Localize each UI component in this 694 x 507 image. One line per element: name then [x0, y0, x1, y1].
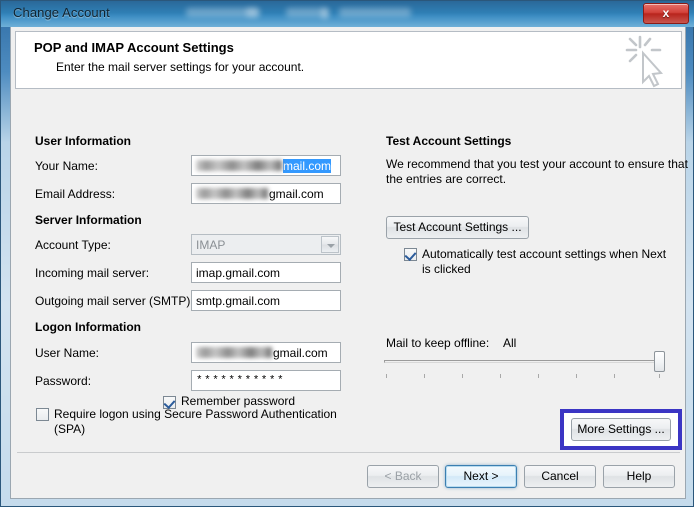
test-account-description-line2: the entries are correct.	[386, 172, 507, 186]
require-spa-label-line2[interactable]: (SPA)	[54, 422, 85, 436]
require-spa-label-line1[interactable]: Require logon using Secure Password Auth…	[54, 407, 337, 421]
slider-tick	[576, 374, 577, 378]
your-name-label: Your Name:	[35, 159, 98, 173]
your-name-input[interactable]: mail.com	[191, 155, 341, 176]
incoming-mail-server-input[interactable]: imap.gmail.com	[191, 262, 341, 283]
dialog-header-band: POP and IMAP Account Settings Enter the …	[15, 31, 682, 89]
password-label: Password:	[35, 374, 92, 388]
chevron-down-icon[interactable]	[321, 236, 339, 253]
test-account-description-line1: We recommend that you test your account …	[386, 157, 688, 171]
slider-tick	[659, 374, 660, 378]
more-settings-button[interactable]: More Settings ...	[571, 418, 671, 441]
title-bar[interactable]: Change Account x	[1, 1, 694, 27]
slider-tick	[386, 374, 387, 378]
auto-test-label-line2[interactable]: is clicked	[422, 262, 471, 276]
password-input[interactable]: ***********	[191, 370, 341, 391]
email-address-input[interactable]: gmail.com	[191, 183, 341, 204]
test-account-settings-button[interactable]: Test Account Settings ...	[386, 216, 529, 239]
server-information-heading: Server Information	[35, 213, 142, 227]
background-window-ghost-4	[339, 8, 411, 17]
footer-separator	[17, 452, 680, 453]
page-subtitle: Enter the mail server settings for your …	[56, 60, 305, 74]
user-name-redacted-value	[196, 347, 272, 359]
user-information-heading: User Information	[35, 134, 132, 148]
background-window-ghost-5	[246, 8, 260, 17]
auto-test-label-line1[interactable]: Automatically test account settings when…	[422, 247, 666, 261]
account-type-value: IMAP	[196, 238, 226, 252]
mail-offline-value: All	[503, 336, 517, 350]
your-name-visible-value: mail.com	[283, 159, 332, 173]
window-title: Change Account	[13, 5, 110, 20]
your-name-redacted-value	[196, 160, 282, 172]
slider-tick	[614, 374, 615, 378]
back-button[interactable]: < Back	[367, 465, 439, 488]
email-address-visible-value: gmail.com	[269, 187, 324, 201]
remember-password-label[interactable]: Remember password	[181, 394, 295, 408]
mail-offline-slider-track[interactable]	[384, 360, 662, 363]
require-spa-checkbox[interactable]	[36, 408, 49, 421]
dialog-body: POP and IMAP Account Settings Enter the …	[10, 27, 688, 499]
cancel-button[interactable]: Cancel	[524, 465, 596, 488]
incoming-mail-server-label: Incoming mail server:	[35, 266, 150, 280]
help-button[interactable]: Help	[603, 465, 675, 488]
slider-tick	[538, 374, 539, 378]
email-address-label: Email Address:	[35, 187, 116, 201]
cursor-click-icon	[625, 35, 664, 88]
account-type-select[interactable]: IMAP	[191, 234, 341, 255]
close-icon[interactable]: x	[643, 3, 689, 24]
account-type-label: Account Type:	[35, 238, 111, 252]
logon-information-heading: Logon Information	[35, 320, 141, 334]
dialog-content: User Information Your Name: mail.com Ema…	[11, 91, 688, 451]
change-account-window: Change Account x POP and IMAP Account Se…	[0, 0, 694, 507]
next-button[interactable]: Next >	[445, 465, 517, 488]
outgoing-mail-server-label: Outgoing mail server (SMTP):	[35, 294, 194, 308]
slider-tick	[462, 374, 463, 378]
slider-tick	[500, 374, 501, 378]
auto-test-checkbox[interactable]	[404, 248, 417, 261]
test-account-heading: Test Account Settings	[386, 134, 512, 148]
user-name-label: User Name:	[35, 346, 100, 360]
user-name-visible-value: gmail.com	[273, 346, 328, 360]
mail-offline-label: Mail to keep offline:	[386, 336, 490, 350]
user-name-input[interactable]: gmail.com	[191, 342, 341, 363]
slider-tick	[424, 374, 425, 378]
email-address-redacted-value	[196, 188, 268, 200]
mail-offline-slider-thumb[interactable]	[654, 351, 665, 372]
outgoing-mail-server-input[interactable]: smtp.gmail.com	[191, 290, 341, 311]
background-window-ghost-3	[321, 8, 329, 19]
page-title: POP and IMAP Account Settings	[34, 40, 234, 55]
